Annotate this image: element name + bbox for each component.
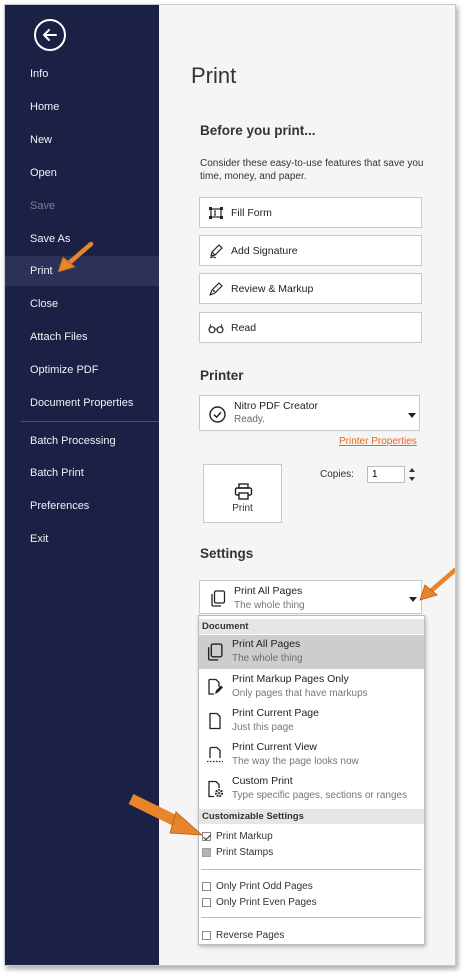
checkbox-label: Print Stamps: [216, 847, 274, 858]
pages-icon: [207, 643, 223, 661]
review-markup-label: Review & Markup: [231, 282, 314, 295]
printer-icon: [234, 483, 253, 500]
sidebar-item-document-properties[interactable]: Document Properties: [5, 388, 159, 418]
printer-status: Ready.: [234, 414, 265, 425]
sidebar-item-open[interactable]: Open: [5, 158, 159, 188]
copies-input[interactable]: [367, 466, 405, 483]
option-title: Print Current View: [232, 741, 318, 753]
sidebar-item-new[interactable]: New: [5, 125, 159, 155]
glasses-icon: [208, 320, 224, 336]
copies-label: Copies:: [320, 469, 354, 480]
reverse-pages-checkbox[interactable]: Reverse Pages: [202, 928, 284, 943]
before-you-print-hint: Consider these easy-to-use features that…: [200, 158, 424, 182]
selected-option-title: Print All Pages: [234, 585, 303, 597]
add-signature-button[interactable]: Add Signature: [199, 235, 422, 266]
sidebar-item-home[interactable]: Home: [5, 92, 159, 122]
sidebar-divider: [21, 421, 159, 422]
dropdown-divider: [201, 917, 421, 918]
page-view-icon: [207, 746, 223, 763]
group-header-customizable-settings: Customizable Settings: [199, 809, 424, 824]
checkbox-label: Print Markup: [216, 831, 273, 842]
selected-option-subtitle: The whole thing: [234, 600, 305, 611]
option-custom-print[interactable]: Custom Print Type specific pages, sectio…: [199, 772, 424, 806]
fill-form-label: Fill Form: [231, 206, 272, 219]
option-subtitle: The whole thing: [232, 653, 303, 664]
print-stamps-checkbox[interactable]: Print Stamps: [202, 845, 273, 860]
annotation-arrow-print: [57, 241, 94, 273]
read-label: Read: [231, 321, 257, 334]
option-print-markup-pages-only[interactable]: Print Markup Pages Only Only pages that …: [199, 670, 424, 704]
check-circle-icon: [209, 406, 226, 423]
only-odd-pages-checkbox[interactable]: Only Print Odd Pages: [202, 879, 313, 894]
print-markup-checkbox[interactable]: Print Markup: [202, 829, 273, 844]
checkbox-unchecked-icon: [202, 898, 211, 907]
print-button[interactable]: Print: [203, 464, 282, 523]
option-subtitle: The way the page looks now: [232, 756, 359, 767]
annotation-arrow-print-markup: [128, 794, 204, 836]
option-subtitle: Only pages that have markups: [232, 688, 368, 699]
sidebar-item-batch-print[interactable]: Batch Print: [5, 458, 159, 488]
option-subtitle: Type specific pages, sections or ranges: [232, 790, 408, 801]
copies-increment-icon[interactable]: [409, 468, 415, 472]
settings-heading: Settings: [200, 546, 254, 561]
checkbox-unchecked-icon: [202, 882, 211, 891]
sidebar-item-save: Save: [30, 200, 56, 212]
add-signature-label: Add Signature: [231, 244, 298, 257]
checkbox-label: Only Print Even Pages: [216, 897, 317, 908]
option-title: Print Markup Pages Only: [232, 673, 349, 685]
fill-form-icon: [208, 205, 224, 221]
sidebar-item-preferences[interactable]: Preferences: [5, 491, 159, 521]
page-gear-icon: [208, 780, 224, 798]
checkbox-indeterminate-icon: [202, 848, 211, 857]
sidebar-item-batch-processing[interactable]: Batch Processing: [5, 426, 159, 456]
sidebar-item-exit[interactable]: Exit: [5, 524, 159, 554]
page-icon: [209, 712, 221, 730]
print-button-label: Print: [232, 503, 253, 514]
printer-select[interactable]: Nitro PDF Creator Ready.: [199, 395, 420, 431]
option-title: Print All Pages: [232, 638, 301, 650]
sidebar-item-info[interactable]: Info: [5, 59, 159, 89]
printer-heading: Printer: [200, 368, 244, 383]
page-pen-icon: [208, 678, 223, 695]
chevron-down-icon: [409, 597, 417, 602]
review-markup-button[interactable]: Review & Markup: [199, 273, 422, 304]
option-print-current-page[interactable]: Print Current Page Just this page: [199, 704, 424, 738]
sidebar-item-attach-files[interactable]: Attach Files: [5, 322, 159, 352]
markup-pen-icon: [208, 281, 224, 297]
pages-icon: [211, 590, 226, 607]
option-print-current-view[interactable]: Print Current View The way the page look…: [199, 738, 424, 772]
option-title: Print Current Page: [232, 707, 319, 719]
page-range-select[interactable]: Print All Pages The whole thing: [199, 580, 422, 614]
sidebar-item-close[interactable]: Close: [5, 289, 159, 319]
sidebar-item-optimize-pdf[interactable]: Optimize PDF: [5, 355, 159, 385]
group-header-document: Document: [199, 619, 424, 634]
page-title: Print: [191, 63, 237, 88]
signature-pen-icon: [208, 243, 224, 259]
before-you-print-heading: Before you print...: [200, 123, 316, 138]
option-subtitle: Just this page: [232, 722, 294, 733]
annotation-arrow-settings: [419, 567, 455, 601]
only-even-pages-checkbox[interactable]: Only Print Even Pages: [202, 895, 317, 910]
back-button[interactable]: [34, 19, 66, 51]
arrow-left-icon: [43, 29, 57, 41]
page-range-dropdown: Document Print All Pages The whole thing…: [198, 615, 425, 945]
chevron-down-icon: [408, 413, 416, 418]
checkbox-unchecked-icon: [202, 931, 211, 940]
checkbox-label: Only Print Odd Pages: [216, 881, 313, 892]
option-title: Custom Print: [232, 775, 293, 787]
option-print-all-pages[interactable]: Print All Pages The whole thing: [199, 635, 424, 669]
printer-properties-link[interactable]: Printer Properties: [339, 436, 417, 447]
fill-form-button[interactable]: Fill Form: [199, 197, 422, 228]
read-button[interactable]: Read: [199, 312, 422, 343]
copies-decrement-icon[interactable]: [409, 477, 415, 481]
print-backstage-window: Info Home New Open Save Save As Print Cl…: [4, 4, 456, 966]
dropdown-divider: [201, 869, 421, 870]
checkbox-label: Reverse Pages: [216, 930, 285, 941]
printer-name: Nitro PDF Creator: [234, 400, 319, 412]
